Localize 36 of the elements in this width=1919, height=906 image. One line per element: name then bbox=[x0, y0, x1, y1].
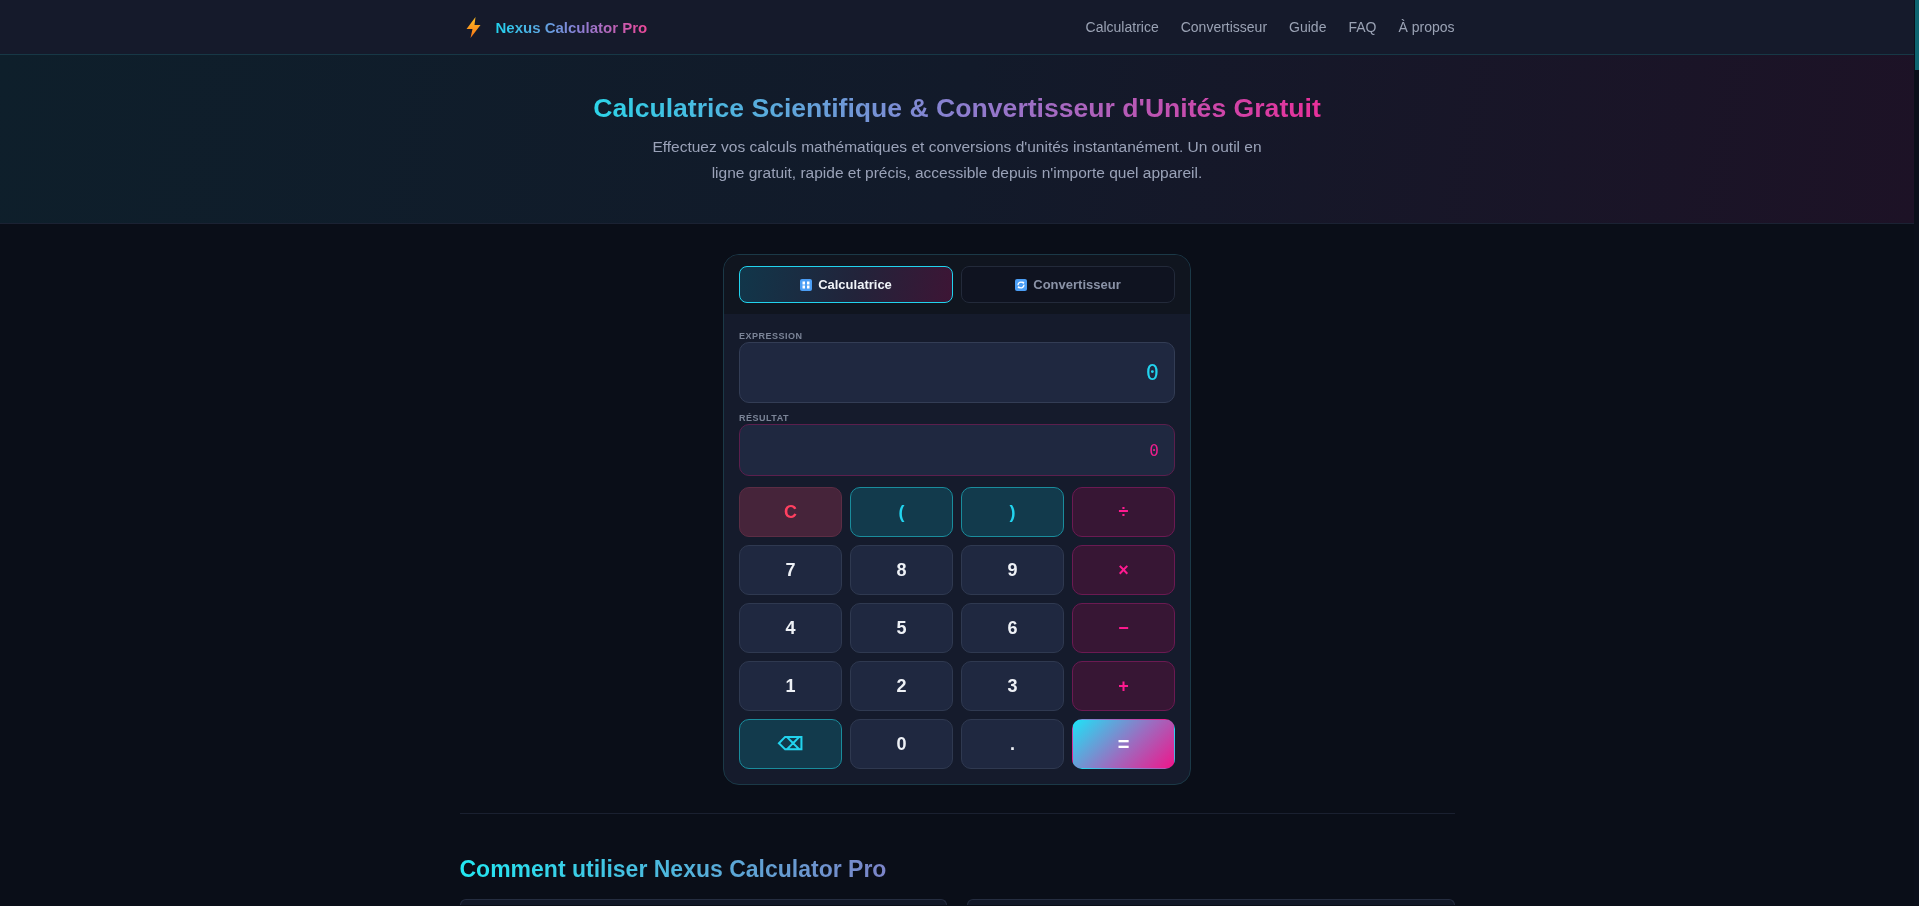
digit-key[interactable]: 6 bbox=[961, 603, 1064, 653]
nav-link[interactable]: FAQ bbox=[1348, 19, 1377, 35]
nav-link[interactable]: Convertisseur bbox=[1180, 19, 1268, 35]
parenthesis-key[interactable]: ( bbox=[850, 487, 953, 537]
digit-key[interactable]: 7 bbox=[739, 545, 842, 595]
digit-key[interactable]: 4 bbox=[739, 603, 842, 653]
scrollbar-thumb[interactable] bbox=[1915, 0, 1919, 70]
nav-link[interactable]: À propos bbox=[1398, 19, 1455, 35]
result-display: 0 bbox=[739, 424, 1175, 476]
digit-key[interactable]: 0 bbox=[850, 719, 953, 769]
nav-link[interactable]: Guide bbox=[1289, 19, 1327, 35]
lightning-icon bbox=[465, 16, 481, 38]
field-label: EXPRESSION bbox=[739, 331, 803, 342]
digit-key[interactable]: 3 bbox=[961, 661, 1064, 711]
clear-key[interactable]: C bbox=[739, 487, 842, 537]
digit-key[interactable]: 1 bbox=[739, 661, 842, 711]
operator-key[interactable]: + bbox=[1072, 661, 1175, 711]
field-label: RÉSULTAT bbox=[739, 413, 789, 424]
digit-key[interactable]: 5 bbox=[850, 603, 953, 653]
backspace-key[interactable]: ⌫ bbox=[739, 719, 842, 769]
expression-display: 0 bbox=[739, 342, 1175, 403]
mode-tab[interactable]: Convertisseur bbox=[961, 266, 1175, 303]
digit-key[interactable]: 9 bbox=[961, 545, 1064, 595]
equals-key[interactable]: = bbox=[1072, 719, 1175, 769]
operator-key[interactable]: − bbox=[1072, 603, 1175, 653]
cycle-arrows-icon bbox=[1015, 278, 1028, 291]
decimal-key[interactable]: . bbox=[961, 719, 1064, 769]
keypad-icon bbox=[800, 278, 813, 291]
parenthesis-key[interactable]: ) bbox=[961, 487, 1064, 537]
nav-link[interactable]: Calculatrice bbox=[1085, 19, 1159, 35]
mode-tab[interactable]: Calculatrice bbox=[739, 266, 953, 303]
digit-key[interactable]: 2 bbox=[850, 661, 953, 711]
operator-key[interactable]: × bbox=[1072, 545, 1175, 595]
digit-key[interactable]: 8 bbox=[850, 545, 953, 595]
operator-key[interactable]: ÷ bbox=[1072, 487, 1175, 537]
hero-subtitle: Effectuez vos calculs mathématiques et conversions d'unités instantanément. Un outil en ligne gratuit, rapide et précis, accessible depuis n'importe quel appareil. bbox=[651, 137, 1263, 183]
